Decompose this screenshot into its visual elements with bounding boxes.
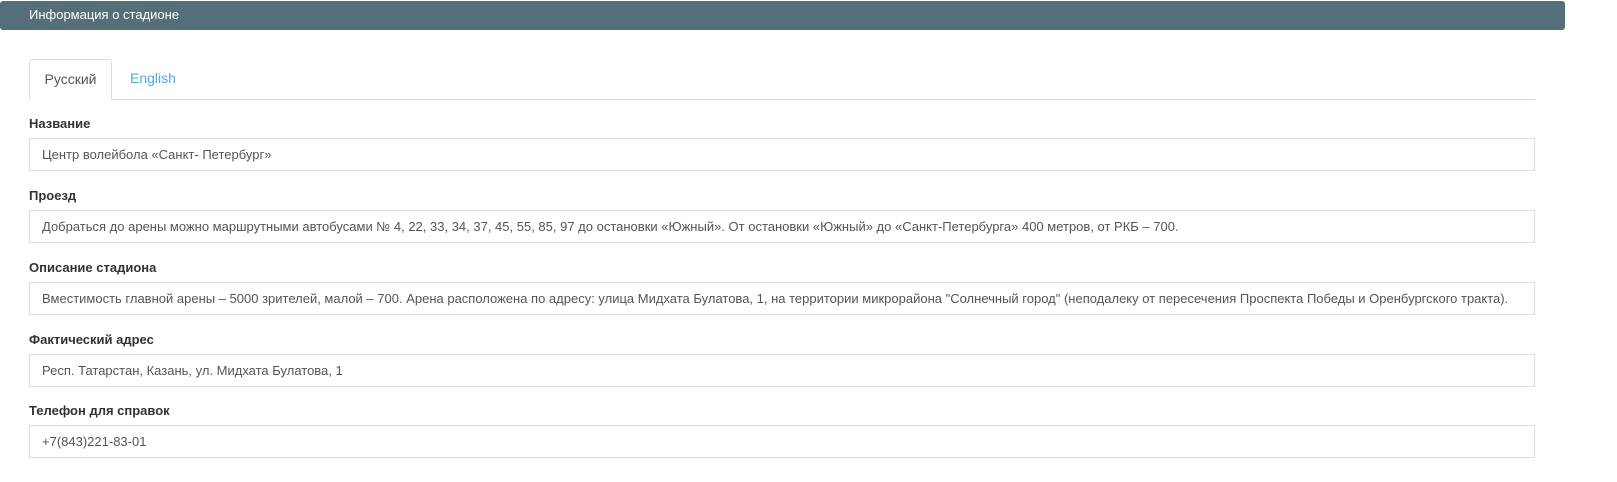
stadium-info-panel: Информация о стадионе Русский English На… [0,0,1617,482]
phone-label: Телефон для справок [29,403,170,418]
directions-label: Проезд [29,188,77,203]
address-label: Фактический адрес [29,332,154,347]
description-label: Описание стадиона [29,260,157,275]
panel-header: Информация о стадионе [0,1,1565,30]
tab-english[interactable]: English [115,59,191,100]
phone-input[interactable] [29,425,1535,458]
description-input[interactable] [29,282,1535,315]
directions-input[interactable] [29,210,1535,243]
name-input[interactable] [29,138,1535,171]
language-tabs: Русский English [29,59,1535,100]
name-label: Название [29,116,91,131]
panel-title: Информация о стадионе [29,7,180,22]
address-input[interactable] [29,354,1535,387]
tab-russian[interactable]: Русский [29,59,112,100]
